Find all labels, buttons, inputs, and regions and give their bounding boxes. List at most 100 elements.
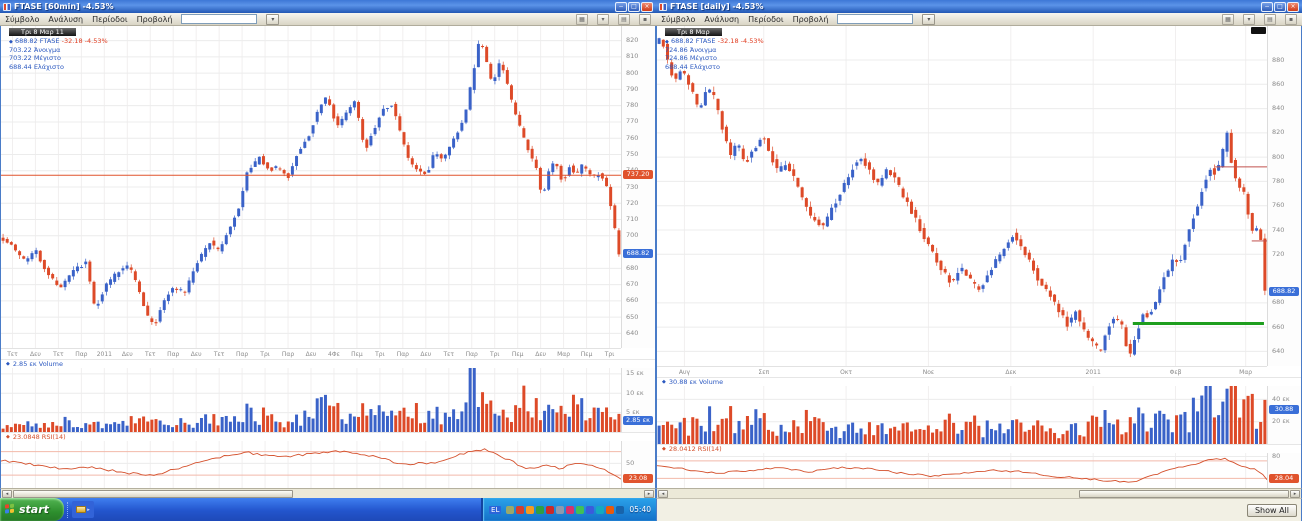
x-tick-label: Τετ [214,351,225,358]
y-tick-label: 640 [626,330,638,337]
volume-pane[interactable]: 15 εκ10 εκ5 εκ2.85 εκ [1,368,655,432]
y-tick-label: 50 [626,460,634,467]
symbol-dropdown-icon[interactable]: ▾ [922,14,935,25]
save-icon[interactable]: ▪ [639,14,651,25]
minimize-icon[interactable]: − [615,2,627,12]
y-tick-label: 680 [626,265,638,272]
y-tick-label: 670 [626,281,638,288]
tray-icon-4[interactable] [536,506,544,514]
chart-scrollbar[interactable]: ◂ ▸ [0,488,656,498]
rsi-pane[interactable]: 8028.04 [657,453,1301,488]
layout-icon[interactable]: ▦ [576,14,588,25]
x-tick-label: Αυγ [679,369,690,376]
minimize-icon[interactable]: − [1261,2,1273,12]
list-icon[interactable]: ▤ [1264,14,1276,25]
y-tick-label: 710 [626,216,638,223]
scroll-left-icon[interactable]: ◂ [2,490,12,498]
scrollbar-thumb[interactable] [1079,490,1289,498]
save-icon[interactable]: ▪ [1285,14,1297,25]
x-tick-label: Παρ [466,351,478,358]
chart-area-60min[interactable]: 8208108007907807707607507407307207107006… [0,26,656,488]
title-bar[interactable]: FTASE [60min] -4.53% − □ × [0,0,656,13]
tray-icon-8[interactable] [576,506,584,514]
scroll-right-icon[interactable]: ▸ [1290,490,1300,498]
close-icon[interactable]: × [641,2,653,12]
language-indicator[interactable]: EL [489,506,501,514]
axis-badge: 30.88 [1269,405,1299,414]
title-bar[interactable]: FTASE [daily] -4.53% − □ × [656,0,1302,13]
menu-periods[interactable]: Περίοδοι [748,15,784,24]
x-tick-label: Τρι [375,351,385,358]
price-pane[interactable]: 880860840820800780760740720680660640688.… [657,26,1301,366]
menu-symbol[interactable]: Σύμβολο [5,15,39,24]
maximize-icon[interactable]: □ [628,2,640,12]
tray-icon-3[interactable] [526,506,534,514]
menu-periods[interactable]: Περίοδοι [92,15,128,24]
rsi-pane[interactable]: 5023.08 [1,441,655,488]
tray-icon-9[interactable] [586,506,594,514]
scroll-left-icon[interactable]: ◂ [658,490,668,498]
scroll-right-icon[interactable]: ▸ [644,490,654,498]
dropdown-icon[interactable]: ▾ [597,14,609,25]
x-tick-label: 4Φε [328,351,340,358]
axis-top-marker [1251,27,1266,34]
volume-pane[interactable]: 40 εκ20 εκ30.88 [657,386,1301,444]
axis-badge: 688.82 [1269,287,1299,296]
axis-badge: 28.04 [1269,474,1299,483]
scrollbar-thumb[interactable] [13,490,293,498]
quick-launch-item[interactable]: ▸ [72,501,94,518]
menu-analysis[interactable]: Ανάλυση [704,15,739,24]
chart-area-daily[interactable]: 880860840820800780760740720680660640688.… [656,26,1302,488]
layout-icon[interactable]: ▦ [1222,14,1234,25]
dropdown-icon[interactable]: ▾ [1243,14,1255,25]
y-tick-label: 650 [626,314,638,321]
symbol-input[interactable] [181,14,257,24]
y-tick-label: 10 εκ [626,390,644,397]
menu-view[interactable]: Προβολή [137,15,173,24]
show-all-button[interactable]: Show All [1247,504,1297,517]
legend-row-high: 724.86 Μέγιστο [665,54,764,63]
tray-icon-6[interactable] [556,506,564,514]
legend-row-low: 688.44 Ελάχιστο [665,63,764,72]
legend-marker-icon: ◆ [6,435,10,440]
taskbar-clock[interactable]: 05:40 [629,505,651,514]
y-tick-label: 790 [626,86,638,93]
legend-row-last: ◆ 688.82 FTASE -32.18 -4.53% [665,37,764,46]
x-tick-label: Τρι [490,351,500,358]
tray-icon-11[interactable] [606,506,614,514]
time-axis: ΤετΔευΤετΠαρ2011ΔευΤετΠαρΔευΤετΠαρΤριΠαρ… [1,348,621,359]
legend-marker-icon: ◆ [9,39,13,45]
x-tick-label: Οκτ [840,369,852,376]
x-tick-label: Παρ [397,351,409,358]
menu-view[interactable]: Προβολή [793,15,829,24]
price-pane[interactable]: 8208108007907807707607507407307207107006… [1,26,655,348]
chart-scrollbar[interactable]: ◂ ▸ [656,488,1302,498]
x-tick-label: Μαρ [557,351,570,358]
x-tick-label: Πεμ [581,351,593,358]
chart-legend: Τρι 8 Μαρ ◆ 688.82 FTASE -32.18 -4.53% 7… [665,28,764,71]
symbol-dropdown-icon[interactable]: ▾ [266,14,279,25]
x-tick-label: 2011 [97,351,112,358]
maximize-icon[interactable]: □ [1274,2,1286,12]
tray-icon-5[interactable] [546,506,554,514]
y-tick-label: 640 [1272,348,1284,355]
symbol-input[interactable] [837,14,913,24]
tray-icon-12[interactable] [616,506,624,514]
y-tick-label: 40 εκ [1272,396,1290,403]
rsi-legend: ◆28.0412 RSI(14) [657,444,1301,453]
menu-analysis[interactable]: Ανάλυση [48,15,83,24]
desktop: FTASE [60min] -4.53% − □ × Σύμβολο Ανάλυ… [0,0,1302,521]
tray-icon-1[interactable] [506,506,514,514]
taskbar: start ▸ EL 05:40 [0,498,656,521]
tray-icon-7[interactable] [566,506,574,514]
menu-symbol[interactable]: Σύμβολο [661,15,695,24]
tray-icon-2[interactable] [516,506,524,514]
window-title: FTASE [60min] -4.53% [14,2,612,11]
app-icon [3,3,11,11]
close-icon[interactable]: × [1287,2,1299,12]
list-icon[interactable]: ▤ [618,14,630,25]
x-tick-label: Παρ [236,351,248,358]
status-bar: Show All [656,498,1302,521]
tray-icon-10[interactable] [596,506,604,514]
start-button[interactable]: start [0,498,64,521]
